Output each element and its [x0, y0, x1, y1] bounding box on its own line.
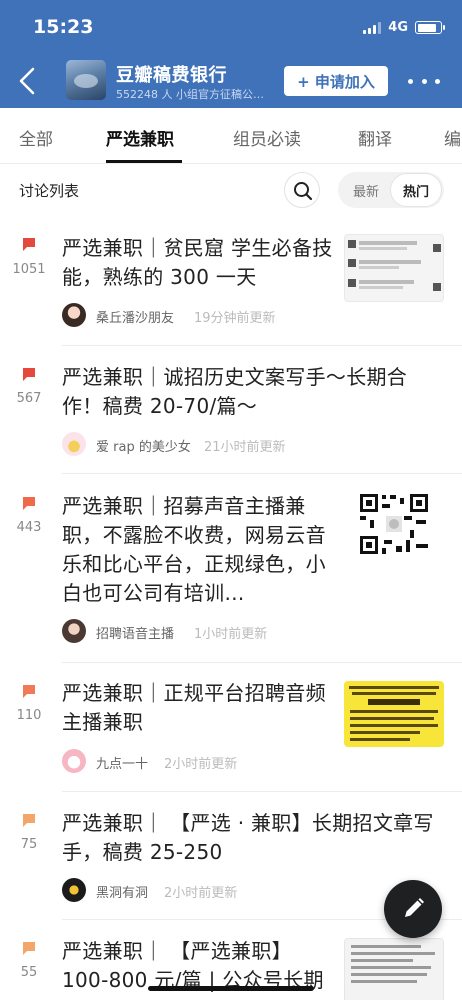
compose-button[interactable] [384, 880, 442, 938]
reply-count: 1051 [12, 262, 46, 277]
post-item[interactable]: 110 严选兼职｜正规平台招聘音频主播兼职 九点一十 2小时前更新 [0, 663, 462, 792]
post-item[interactable]: 1051 严选兼职｜贫民窟 学生必备技能，熟练的 300 一天 桑丘潘沙朋友 1… [0, 218, 462, 346]
qr-code-image [358, 492, 430, 556]
author-name[interactable]: 九点一十 [96, 753, 148, 772]
chat-screenshot-image [348, 240, 441, 291]
post-thumbnail[interactable] [344, 234, 444, 302]
author-name[interactable]: 爱 rap 的美少女 [96, 436, 191, 455]
author-name[interactable]: 桑丘潘沙朋友 [96, 307, 174, 326]
post-time: 19分钟前更新 [194, 311, 276, 326]
post-time: 1小时前更新 [194, 627, 268, 642]
status-bar: 15:23 4G [0, 0, 462, 52]
yellow-poster-image [349, 686, 439, 741]
category-tabs: 全部 严选兼职 组员必读 翻译 编 [0, 108, 462, 164]
post-title[interactable]: 严选兼职｜ 【严选 · 兼职】长期招文章写手，稿费 25-250 [62, 809, 446, 867]
post-thumbnail[interactable] [344, 681, 444, 747]
signal-icon [363, 21, 382, 34]
battery-level [417, 23, 437, 32]
reply-count: 110 [16, 708, 42, 723]
post-item[interactable]: 443 严选兼职｜招募声音主播兼职，不露脸不收费，网易云音乐和比心平台，正规绿色… [0, 474, 462, 663]
active-tab-indicator [106, 160, 182, 163]
search-button[interactable] [284, 172, 320, 208]
post-thumbnail[interactable] [344, 490, 444, 558]
author-avatar[interactable] [62, 432, 86, 456]
more-dots-icon[interactable] [408, 72, 440, 90]
group-header: 15:23 4G 豆瓣稿费银行 552248 人 小组官方征稿公… + 申请加入 [0, 0, 462, 108]
post-title[interactable]: 严选兼职｜贫民窟 学生必备技能，熟练的 300 一天 [62, 234, 334, 292]
back-button[interactable] [16, 66, 40, 96]
sort-latest-button[interactable]: 最新 [344, 172, 388, 208]
tab-selected-jobs[interactable]: 严选兼职 [106, 125, 174, 150]
flag-icon [23, 685, 35, 698]
tab-members-must-read[interactable]: 组员必读 [233, 125, 301, 150]
tab-all[interactable]: 全部 [19, 125, 53, 150]
flag-icon [23, 238, 35, 251]
post-item[interactable]: 567 严选兼职｜诚招历史文案写手～长期合作！稿费 20-70/篇～ 爱 rap… [0, 346, 462, 474]
post-thumbnail[interactable] [344, 938, 444, 1000]
chevron-left-icon [19, 67, 35, 95]
author-avatar[interactable] [62, 303, 86, 327]
join-group-button[interactable]: + 申请加入 [284, 66, 388, 96]
network-type: 4G [388, 20, 408, 35]
post-title[interactable]: 严选兼职｜诚招历史文案写手～长期合作！稿费 20-70/篇～ [62, 363, 446, 421]
group-title[interactable]: 豆瓣稿费银行 [116, 61, 227, 87]
group-avatar[interactable] [66, 60, 106, 100]
author-avatar[interactable] [62, 619, 86, 643]
group-subtitle: 552248 人 小组官方征稿公… [116, 88, 264, 101]
post-title[interactable]: 严选兼职｜正规平台招聘音频主播兼职 [62, 679, 328, 737]
search-icon [294, 182, 313, 201]
post-time: 2小时前更新 [164, 886, 238, 901]
post-time: 21小时前更新 [204, 440, 286, 455]
reply-count: 75 [20, 837, 38, 852]
reply-count: 55 [20, 965, 38, 980]
flag-icon [23, 497, 35, 510]
sort-hot-button[interactable]: 热门 [390, 173, 442, 207]
flag-icon [23, 368, 35, 381]
post-time: 2小时前更新 [164, 757, 238, 772]
author-avatar[interactable] [62, 878, 86, 902]
status-indicators: 4G [363, 20, 445, 35]
flag-icon [23, 942, 35, 955]
flag-icon [23, 814, 35, 827]
tab-translation[interactable]: 翻译 [358, 125, 392, 150]
author-name[interactable]: 黑洞有洞 [96, 882, 148, 901]
status-time: 15:23 [33, 16, 94, 38]
discussion-list-title: 讨论列表 [19, 182, 80, 200]
author-avatar[interactable] [62, 749, 86, 773]
reply-count: 443 [16, 520, 42, 535]
post-title[interactable]: 严选兼职｜招募声音主播兼职，不露脸不收费，网易云音乐和比心平台，正规绿色，小白也… [62, 492, 330, 608]
text-document-image [351, 945, 435, 983]
author-name[interactable]: 招聘语音主播 [96, 623, 174, 642]
home-indicator [148, 986, 314, 991]
battery-icon [415, 21, 445, 34]
sort-toggle: 最新 热门 [338, 172, 444, 208]
pencil-icon [405, 898, 424, 917]
tab-edit[interactable]: 编 [444, 125, 461, 150]
reply-count: 567 [16, 391, 42, 406]
